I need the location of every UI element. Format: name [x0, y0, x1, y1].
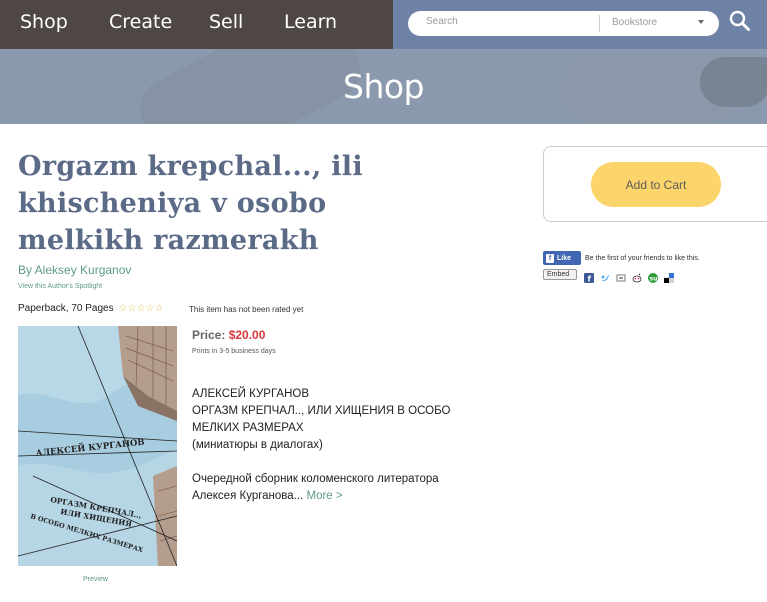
- search-area: Bookstore: [393, 0, 767, 49]
- star-empty-icon[interactable]: ☆: [155, 303, 164, 314]
- description-line: (миниатюры в диалогах): [192, 439, 323, 451]
- facebook-icon: f: [546, 253, 554, 263]
- description-last-line: Алексея Курганова... More >: [192, 488, 492, 505]
- preview-link[interactable]: Preview: [83, 576, 108, 583]
- search-icon[interactable]: [729, 10, 751, 34]
- rating-status: This item has not been rated yet: [189, 305, 304, 314]
- shop-banner: Shop: [0, 49, 767, 124]
- stumbleupon-icon[interactable]: su: [648, 270, 658, 283]
- description-line: АЛЕКСЕЙ КУРГАНОВ: [192, 388, 309, 400]
- author-spotlight-link[interactable]: View this Author's Spotlight: [18, 283, 102, 290]
- search-input[interactable]: [426, 16, 596, 27]
- nav-shop[interactable]: Shop: [20, 11, 68, 33]
- star-empty-icon[interactable]: ☆: [128, 303, 137, 314]
- svg-text:f: f: [588, 274, 592, 283]
- delicious-icon[interactable]: [663, 270, 674, 283]
- facebook-share-icon[interactable]: f: [584, 270, 594, 283]
- like-text: Be the first of your friends to like thi…: [585, 254, 700, 262]
- top-navbar: Shop Create Sell Learn Bookstore: [0, 0, 767, 49]
- price-value: $20.00: [228, 328, 266, 342]
- nav-create[interactable]: Create: [109, 11, 172, 33]
- facebook-like-button[interactable]: f Like: [543, 251, 581, 265]
- price-label: Price:: [192, 328, 226, 342]
- banner-title: Shop: [343, 67, 425, 106]
- description-line: ОРГАЗМ КРЕПЧАЛ.., ИЛИ ХИЩЕНИЯ В ОСОБО: [192, 405, 451, 417]
- main-nav: Shop Create Sell Learn: [0, 0, 393, 49]
- star-rating[interactable]: ☆ ☆ ☆ ☆ ☆: [119, 303, 164, 314]
- like-label: Like: [557, 254, 572, 262]
- more-link[interactable]: More >: [306, 490, 342, 502]
- facebook-like-row: f Like Be the first of your friends to l…: [543, 251, 700, 265]
- twitter-icon[interactable]: [600, 270, 610, 281]
- book-meta: Paperback, 70 Pages ☆ ☆ ☆ ☆ ☆: [18, 303, 163, 314]
- nav-sell[interactable]: Sell: [209, 11, 243, 33]
- search-divider: [599, 15, 600, 32]
- description-line: Очередной сборник коломенского литератор…: [192, 473, 439, 485]
- price-row: Price: $20.00: [192, 328, 265, 342]
- reddit-icon[interactable]: [632, 270, 642, 282]
- book-format: Paperback, 70 Pages: [18, 303, 114, 314]
- search-scope-select[interactable]: Bookstore: [612, 17, 657, 28]
- star-empty-icon[interactable]: ☆: [137, 303, 146, 314]
- book-description: АЛЕКСЕЙ КУРГАНОВ ОРГАЗМ КРЕПЧАЛ.., ИЛИ Х…: [192, 386, 492, 505]
- search-box: Bookstore: [408, 11, 719, 36]
- chevron-down-icon[interactable]: [698, 20, 704, 24]
- star-empty-icon[interactable]: ☆: [119, 303, 128, 314]
- cart-panel: Add to Cart: [543, 146, 767, 222]
- svg-text:su: su: [650, 275, 658, 282]
- nav-learn[interactable]: Learn: [284, 11, 337, 33]
- book-cover[interactable]: АЛЕКСЕЙ КУРГАНОВ ОРГАЗМ КРЕПЧАЛ.., ИЛИ Х…: [18, 326, 177, 566]
- embed-button[interactable]: Embed: [543, 269, 577, 280]
- author-link[interactable]: By Aleksey Kurganov: [18, 263, 131, 277]
- description-line: Алексея Курганова...: [192, 490, 304, 502]
- description-line: МЕЛКИХ РАЗМЕРАХ: [192, 422, 304, 434]
- digg-icon[interactable]: [616, 270, 626, 281]
- shipping-info: Prints in 3-5 business days: [192, 348, 276, 355]
- add-to-cart-button[interactable]: Add to Cart: [591, 162, 721, 207]
- share-row: Embed f su: [543, 269, 680, 283]
- star-empty-icon[interactable]: ☆: [146, 303, 155, 314]
- book-title: Orgazm krepchal..., ili khischeniya v os…: [18, 151, 363, 256]
